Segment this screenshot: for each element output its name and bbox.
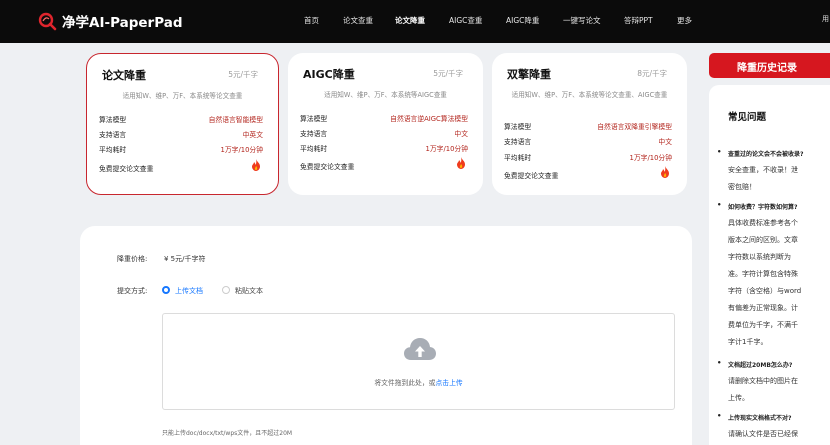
row-value: 自然语言逆AIGC算法模型 <box>390 115 468 123</box>
card-row-time: 平均耗时 1万字/10分钟 <box>99 144 263 154</box>
row-key: 支持语言 <box>99 131 127 139</box>
row-key: 平均耗时 <box>504 154 532 162</box>
upload-hint: 只能上传doc/docx/txt/wps文件，且不超过20M <box>162 430 293 437</box>
faq-answer-line: 有偏差为正常现象。计 <box>728 304 798 312</box>
card-row-language: 支持语言 中文 <box>300 128 468 138</box>
flame-icon <box>660 166 670 178</box>
price-value: ¥ 5元/千字符 <box>164 255 206 263</box>
free-check-label: 免费提交论文查重 <box>99 165 154 173</box>
nav-item-paper-check[interactable]: 论文查重 <box>343 15 373 26</box>
nav-item-paper-rewrite[interactable]: 论文降重 <box>395 15 425 26</box>
faq-answer-line: 请确认文件是否已经保 <box>728 430 798 438</box>
row-value: 中英文 <box>242 131 263 139</box>
faq-answer-line: 费单位为千字，不满千 <box>728 321 798 329</box>
card-row-model: 算法模型 自然语言智能模型 <box>99 114 263 124</box>
paste-text-radio[interactable] <box>222 286 230 294</box>
nav-item-defense-ppt[interactable]: 答辩PPT <box>624 15 653 26</box>
card-row-free-check: 免费提交论文查重 <box>504 166 672 180</box>
nav-item-aigc-rewrite[interactable]: AIGC降重 <box>506 15 539 26</box>
rewrite-history-button[interactable]: 降重历史记录 <box>709 53 830 78</box>
row-value: 1万字/10分钟 <box>629 154 672 162</box>
rewrite-history-label: 降重历史记录 <box>737 63 797 74</box>
upload-instruction: 将文件拖到此处，或点击上传 <box>163 377 674 387</box>
faq-question-text: 查重过的论文会不会被收录? <box>728 151 804 158</box>
faq-answer-line: 上传。 <box>728 394 749 402</box>
paste-text-label[interactable]: 粘贴文本 <box>235 286 263 296</box>
card-price: 5元/千字 <box>433 69 463 78</box>
card-row-language: 支持语言 中文 <box>504 136 672 146</box>
upload-doc-label[interactable]: 上传文档 <box>175 286 203 296</box>
nav-edge-text[interactable]: 用 <box>822 14 829 24</box>
upload-doc-radio[interactable] <box>162 286 170 294</box>
faq-panel: 常见问题 查重过的论文会不会被收录? 安全查重，不收录！泄 密包赔！ 如何收费？… <box>709 85 830 445</box>
card-description: 适用知W、维P、万F、本系统等论文查重 <box>122 92 243 100</box>
row-key: 算法模型 <box>504 123 532 131</box>
submit-panel: 降重价格: ¥ 5元/千字符 提交方式: 上传文档 粘贴文本 将文件拖到此处，或… <box>80 226 692 445</box>
service-card-dual-rewrite[interactable]: 双擎降重 8元/千字 适用知W、维P、万F、本系统等论文查重、AIGC查重 算法… <box>492 53 687 195</box>
flame-icon <box>456 157 466 169</box>
submit-method-label: 提交方式: <box>117 287 148 295</box>
card-title: 双擎降重 <box>507 68 551 81</box>
row-value: 1万字/10分钟 <box>425 145 468 153</box>
faq-answer-line: 字符（含空格）与word <box>728 287 802 295</box>
cloud-upload-icon <box>403 337 437 363</box>
row-key: 支持语言 <box>504 138 532 146</box>
faq-answer-line: 字符数以系统判断为 <box>728 253 791 261</box>
row-key: 算法模型 <box>300 115 328 123</box>
free-check-label: 免费提交论文查重 <box>300 163 355 171</box>
free-check-label: 免费提交论文查重 <box>504 172 559 180</box>
faq-answer-line: 具体收费标准参考各个 <box>728 219 798 227</box>
faq-question-text: 上传现实文档格式不对? <box>728 415 792 422</box>
row-key: 算法模型 <box>99 116 127 124</box>
row-value: 中文 <box>658 138 672 146</box>
main-nav: 首页 论文查重 论文降重 AIGC查重 AIGC降重 一键写论文 答辩PPT 更… <box>0 0 830 43</box>
upload-dropzone[interactable]: 将文件拖到此处，或点击上传 <box>162 313 675 410</box>
flame-icon <box>251 159 261 171</box>
service-card-aigc-rewrite[interactable]: AIGC降重 5元/千字 适用知W、维P、万F、本系统等AIGC查重 算法模型 … <box>288 53 483 195</box>
faq-answer-line: 字计1千字。 <box>728 338 768 346</box>
card-row-model: 算法模型 自然语言逆AIGC算法模型 <box>300 113 468 123</box>
card-row-free-check: 免费提交论文查重 <box>300 157 468 171</box>
faq-answer-line: 准。字符计算包含特殊 <box>728 270 798 278</box>
faq-answer-line: 请删除文档中的图片在 <box>728 377 798 385</box>
row-value: 自然语言智能模型 <box>208 116 263 124</box>
card-row-time: 平均耗时 1万字/10分钟 <box>300 143 468 153</box>
row-value: 1万字/10分钟 <box>220 146 263 154</box>
card-price: 8元/千字 <box>637 69 667 78</box>
nav-item-write-paper[interactable]: 一键写论文 <box>563 15 601 26</box>
faq-answer-line: 安全查重，不收录！泄 <box>728 166 798 174</box>
row-key: 平均耗时 <box>99 146 127 154</box>
card-row-time: 平均耗时 1万字/10分钟 <box>504 152 672 162</box>
row-value: 自然语言双降重引擎模型 <box>597 123 672 131</box>
upload-instruction-text: 将文件拖到此处，或 <box>374 379 436 387</box>
price-label: 降重价格: <box>117 255 148 263</box>
nav-item-home[interactable]: 首页 <box>304 15 319 26</box>
top-navbar: 净学AI-PaperPad 首页 论文查重 论文降重 AIGC查重 AIGC降重… <box>0 0 830 43</box>
faq-question-text: 文档超过20MB怎么办? <box>728 362 793 369</box>
row-key: 平均耗时 <box>300 145 328 153</box>
card-title: AIGC降重 <box>303 68 355 81</box>
service-card-paper-rewrite[interactable]: 论文降重 5元/千字 适用知W、维P、万F、本系统等论文查重 算法模型 自然语言… <box>86 53 279 195</box>
faq-title: 常见问题 <box>728 112 767 123</box>
click-upload-link[interactable]: 点击上传 <box>435 379 462 387</box>
card-description: 适用知W、维P、万F、本系统等AIGC查重 <box>324 91 447 99</box>
card-description: 适用知W、维P、万F、本系统等论文查重、AIGC查重 <box>511 91 668 99</box>
card-price: 5元/千字 <box>228 70 258 79</box>
row-value: 中文 <box>454 130 468 138</box>
faq-answer-line: 密包赔！ <box>728 183 756 191</box>
card-title: 论文降重 <box>102 69 146 82</box>
card-row-language: 支持语言 中英文 <box>99 129 263 139</box>
nav-item-aigc-check[interactable]: AIGC查重 <box>449 15 482 26</box>
card-row-free-check: 免费提交论文查重 <box>99 159 263 173</box>
nav-item-more[interactable]: 更多 <box>677 15 692 26</box>
row-key: 支持语言 <box>300 130 328 138</box>
card-row-model: 算法模型 自然语言双降重引擎模型 <box>504 121 672 131</box>
faq-answer-line: 版本之间的区别。文章 <box>728 236 798 244</box>
faq-question-text: 如何收费？字符数如何算? <box>728 204 798 211</box>
